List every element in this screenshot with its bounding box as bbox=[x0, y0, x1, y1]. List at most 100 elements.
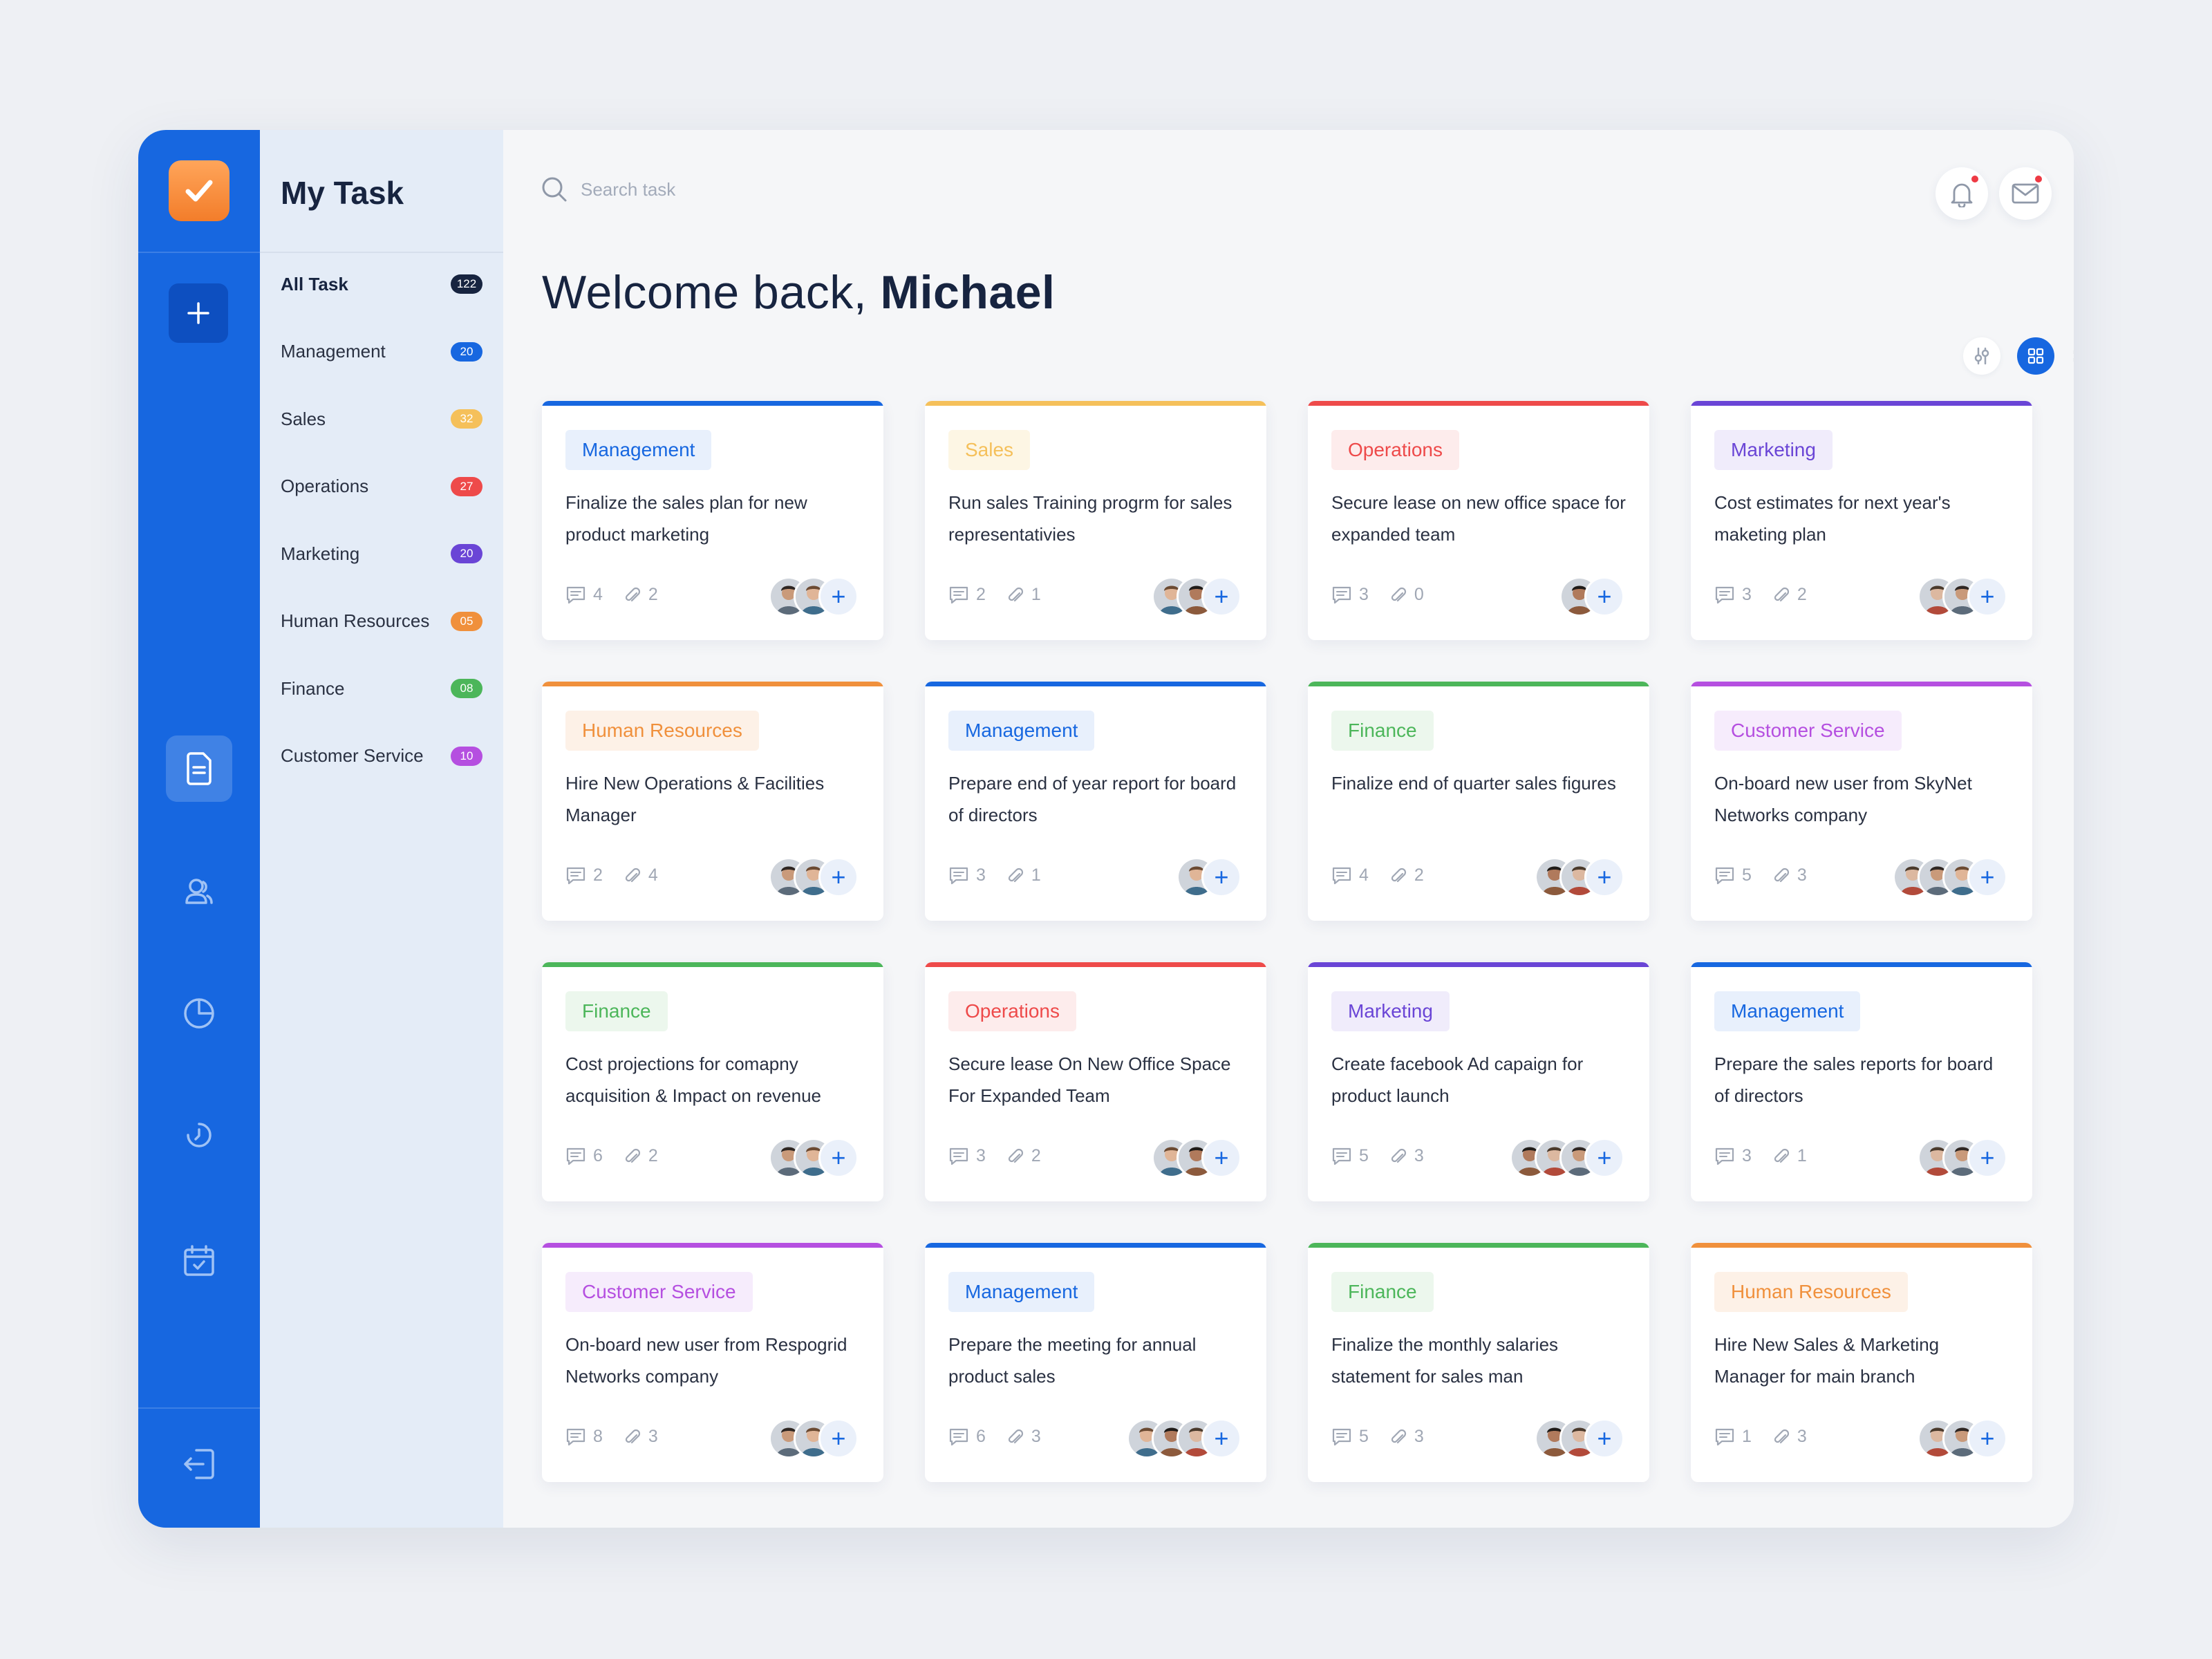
category-tag[interactable]: Operations bbox=[948, 991, 1076, 1031]
category-color-bar bbox=[542, 1243, 883, 1248]
attachment-count: 1 bbox=[1797, 1146, 1807, 1165]
task-card[interactable]: Operations Secure lease On New Office Spa… bbox=[925, 962, 1266, 1201]
add-assignee-button[interactable]: + bbox=[818, 577, 859, 617]
add-assignee-button[interactable]: + bbox=[1584, 857, 1624, 897]
category-tag[interactable]: Marketing bbox=[1331, 991, 1450, 1031]
category-item[interactable]: Customer Service 10 bbox=[281, 735, 482, 777]
comment-count: 3 bbox=[976, 1146, 986, 1165]
messages-button[interactable] bbox=[1999, 167, 2052, 220]
nav-team-button[interactable] bbox=[166, 859, 232, 925]
task-card[interactable]: Finance Cost projections for comapny acqu… bbox=[542, 962, 883, 1201]
add-task-button[interactable] bbox=[169, 283, 228, 343]
task-meta: 83 bbox=[565, 1427, 658, 1447]
assignee-group: + bbox=[769, 1418, 859, 1459]
category-tag[interactable]: Sales bbox=[948, 430, 1031, 470]
category-color-bar bbox=[1308, 962, 1649, 967]
category-tag[interactable]: Management bbox=[1714, 991, 1861, 1031]
task-card[interactable]: Finance Finalize end of quarter sales fig… bbox=[1308, 682, 1649, 921]
category-tag[interactable]: Management bbox=[948, 711, 1095, 751]
notifications-button[interactable] bbox=[1936, 167, 1988, 220]
attachment-icon bbox=[1391, 587, 1406, 601]
nav-history-button[interactable] bbox=[166, 1102, 232, 1168]
attachment-icon bbox=[1774, 1148, 1789, 1163]
comment-icon bbox=[566, 1147, 585, 1165]
category-label: Operations bbox=[281, 476, 369, 496]
search-bar[interactable] bbox=[541, 176, 857, 203]
category-tag[interactable]: Finance bbox=[1331, 711, 1434, 751]
attachment-icon bbox=[625, 1429, 640, 1443]
grid-view-button[interactable] bbox=[2017, 337, 2054, 375]
task-card[interactable]: Customer Service On-board new user from S… bbox=[1691, 682, 2032, 921]
comment-count: 5 bbox=[1359, 1146, 1369, 1165]
category-item[interactable]: Sales 32 bbox=[281, 398, 482, 440]
filter-button[interactable] bbox=[1963, 337, 2000, 375]
category-tag[interactable]: Human Resources bbox=[1714, 1272, 1908, 1312]
add-assignee-button[interactable]: + bbox=[818, 1138, 859, 1178]
task-card[interactable]: Management Finalize the sales plan for ne… bbox=[542, 401, 883, 640]
category-item[interactable]: All Task 122 bbox=[281, 263, 482, 305]
category-tag[interactable]: Management bbox=[948, 1272, 1095, 1312]
category-item[interactable]: Human Resources 05 bbox=[281, 601, 482, 642]
add-assignee-button[interactable]: + bbox=[1584, 1138, 1624, 1178]
task-card[interactable]: Management Prepare the sales reports for … bbox=[1691, 962, 2032, 1201]
category-item[interactable]: Finance 08 bbox=[281, 668, 482, 709]
nav-calendar-button[interactable] bbox=[166, 1228, 232, 1294]
assignee-group: + bbox=[1559, 577, 1624, 617]
category-color-bar bbox=[542, 682, 883, 686]
task-title: Prepare the meeting for annual product s… bbox=[948, 1334, 1197, 1387]
category-color-bar bbox=[1691, 1243, 2032, 1248]
add-assignee-button[interactable]: + bbox=[1201, 577, 1241, 617]
list-view-button[interactable] bbox=[2063, 337, 2074, 375]
logo-check-icon[interactable] bbox=[169, 160, 229, 221]
task-card[interactable]: Human Resources Hire New Sales & Marketin… bbox=[1691, 1243, 2032, 1482]
category-color-bar bbox=[925, 1243, 1266, 1248]
users-icon bbox=[185, 879, 213, 904]
add-assignee-button[interactable]: + bbox=[1201, 1418, 1241, 1459]
category-label: Sales bbox=[281, 408, 326, 429]
rail-divider bbox=[138, 252, 260, 253]
category-tag[interactable]: Finance bbox=[565, 991, 668, 1031]
category-tag[interactable]: Marketing bbox=[1714, 430, 1833, 470]
task-title: On-board new user from SkyNet Networks c… bbox=[1714, 773, 1972, 825]
add-assignee-button[interactable]: + bbox=[818, 857, 859, 897]
search-input[interactable] bbox=[581, 178, 857, 200]
task-card[interactable]: Marketing Cost estimates for next year's … bbox=[1691, 401, 2032, 640]
add-assignee-button[interactable]: + bbox=[1967, 1418, 2007, 1459]
category-tag[interactable]: Operations bbox=[1331, 430, 1459, 470]
category-item[interactable]: Management 20 bbox=[281, 331, 482, 373]
add-assignee-button[interactable]: + bbox=[1967, 857, 2007, 897]
category-color-bar bbox=[1691, 962, 2032, 967]
add-assignee-button[interactable]: + bbox=[1201, 1138, 1241, 1178]
task-card[interactable]: Marketing Create facebook Ad capaign for … bbox=[1308, 962, 1649, 1201]
nav-tasks-button[interactable] bbox=[166, 735, 232, 802]
add-assignee-button[interactable]: + bbox=[1201, 857, 1241, 897]
category-count-badge: 27 bbox=[451, 476, 482, 496]
add-assignee-button[interactable]: + bbox=[1967, 577, 2007, 617]
plus-icon: + bbox=[1980, 1143, 1995, 1172]
category-tag[interactable]: Customer Service bbox=[1714, 711, 1902, 751]
category-tag[interactable]: Management bbox=[565, 430, 712, 470]
attachment-count: 2 bbox=[1031, 1146, 1041, 1165]
category-item[interactable]: Marketing 20 bbox=[281, 533, 482, 574]
category-tag[interactable]: Human Resources bbox=[565, 711, 759, 751]
category-tag[interactable]: Customer Service bbox=[565, 1272, 753, 1312]
add-assignee-button[interactable]: + bbox=[1967, 1138, 2007, 1178]
task-card[interactable]: Finance Finalize the monthly salaries sta… bbox=[1308, 1243, 1649, 1482]
task-card[interactable]: Operations Secure lease on new office spa… bbox=[1308, 401, 1649, 640]
add-assignee-button[interactable]: + bbox=[818, 1418, 859, 1459]
add-assignee-button[interactable]: + bbox=[1584, 1418, 1624, 1459]
nav-reports-button[interactable] bbox=[166, 980, 232, 1047]
task-card[interactable]: Management Prepare the meeting for annual… bbox=[925, 1243, 1266, 1482]
logout-button[interactable] bbox=[166, 1431, 232, 1497]
panel-title: My Task bbox=[281, 175, 404, 211]
task-card[interactable]: Management Prepare end of year report for… bbox=[925, 682, 1266, 921]
attachment-count: 2 bbox=[648, 585, 658, 604]
category-count-badge: 122 bbox=[451, 274, 482, 294]
category-color-bar bbox=[925, 682, 1266, 686]
category-item[interactable]: Operations 27 bbox=[281, 466, 482, 507]
task-card[interactable]: Human Resources Hire New Operations & Fac… bbox=[542, 682, 883, 921]
task-card[interactable]: Customer Service On-board new user from R… bbox=[542, 1243, 883, 1482]
category-tag[interactable]: Finance bbox=[1331, 1272, 1434, 1312]
add-assignee-button[interactable]: + bbox=[1584, 577, 1624, 617]
task-card[interactable]: Sales Run sales Training progrm for sales… bbox=[925, 401, 1266, 640]
